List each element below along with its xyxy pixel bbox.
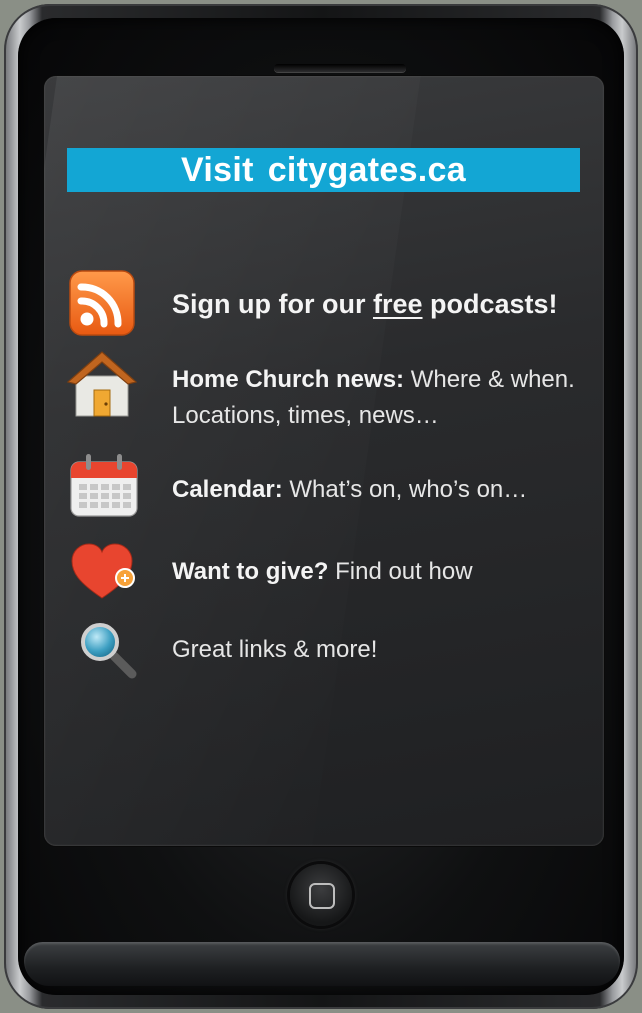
home-church-line2: Locations, times, news… bbox=[172, 402, 439, 429]
home-church-title: Home Church news: bbox=[172, 366, 405, 393]
home-church-news[interactable]: Home Church news: Where & when. Location… bbox=[172, 362, 575, 434]
magnifier-icon[interactable] bbox=[78, 620, 140, 680]
rss-icon[interactable] bbox=[68, 269, 136, 337]
podcast-text-post: podcasts! bbox=[422, 289, 558, 319]
links-item[interactable]: Great links & more! bbox=[172, 632, 377, 668]
calendar-title: Calendar: bbox=[172, 476, 283, 503]
speaker-grille bbox=[274, 64, 406, 72]
give-text: Find out how bbox=[328, 558, 473, 585]
phone-screen: Visit citygates.ca Sign up for our free … bbox=[44, 76, 604, 846]
heart-icon[interactable] bbox=[70, 542, 140, 602]
home-button[interactable] bbox=[290, 864, 352, 926]
phone-chin bbox=[24, 942, 620, 986]
website-banner[interactable]: Visit citygates.ca bbox=[67, 148, 580, 192]
calendar-item[interactable]: Calendar: What’s on, who’s on… bbox=[172, 472, 527, 508]
give-title: Want to give? bbox=[172, 558, 329, 585]
banner-visit: Visit bbox=[181, 150, 254, 189]
podcast-free-link[interactable]: free bbox=[373, 289, 423, 319]
links-text: Great links & more! bbox=[172, 636, 378, 663]
podcast-signup[interactable]: Sign up for our free podcasts! bbox=[172, 286, 558, 322]
home-icon[interactable] bbox=[64, 346, 140, 420]
calendar-text: What’s on, who’s on… bbox=[282, 476, 528, 503]
home-church-text: Where & when. bbox=[404, 366, 575, 393]
give-item[interactable]: Want to give? Find out how bbox=[172, 554, 473, 590]
banner-site: citygates.ca bbox=[267, 150, 466, 189]
podcast-text-pre: Sign up for our bbox=[172, 289, 373, 319]
calendar-icon[interactable] bbox=[68, 452, 140, 520]
